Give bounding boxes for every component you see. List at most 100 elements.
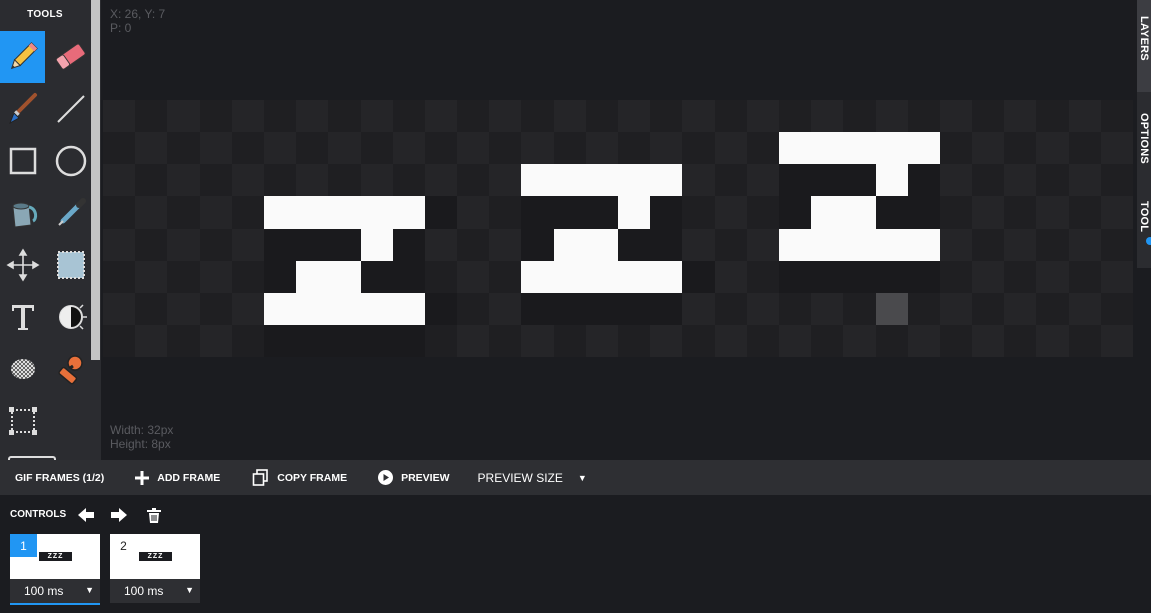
canvas-pixel[interactable] <box>424 132 458 165</box>
line-tool-button[interactable] <box>48 83 93 135</box>
canvas-pixel[interactable] <box>650 292 683 325</box>
canvas-pixel[interactable] <box>424 164 458 197</box>
canvas-pixel[interactable] <box>457 164 490 197</box>
canvas-pixel[interactable] <box>360 164 393 197</box>
canvas-pixel[interactable] <box>457 100 490 133</box>
canvas-pixel[interactable] <box>199 132 232 165</box>
canvas-pixel[interactable] <box>1068 196 1101 229</box>
canvas-pixel[interactable] <box>263 164 297 197</box>
canvas-pixel[interactable] <box>618 260 651 293</box>
canvas-pixel[interactable] <box>875 260 908 293</box>
canvas-pixel[interactable] <box>392 324 425 357</box>
canvas-pixel[interactable] <box>618 196 651 229</box>
canvas-pixel[interactable] <box>778 324 812 357</box>
canvas-pixel[interactable] <box>135 324 168 357</box>
canvas-pixel[interactable] <box>263 324 297 357</box>
canvas-pixel[interactable] <box>843 228 876 261</box>
canvas-pixel[interactable] <box>553 100 586 133</box>
canvas-pixel[interactable] <box>939 292 973 325</box>
canvas-pixel[interactable] <box>392 100 425 133</box>
canvas-pixel[interactable] <box>199 260 232 293</box>
next-frame-button[interactable] <box>109 505 129 525</box>
canvas-pixel[interactable] <box>618 228 651 261</box>
canvas-pixel[interactable] <box>167 292 200 325</box>
canvas-pixel[interactable] <box>939 164 973 197</box>
eraser-tool-button[interactable] <box>48 31 93 83</box>
canvas-pixel[interactable] <box>972 228 1005 261</box>
canvas-pixel[interactable] <box>263 292 297 325</box>
canvas-pixel[interactable] <box>1004 100 1037 133</box>
canvas-pixel[interactable] <box>714 132 747 165</box>
canvas-pixel[interactable] <box>907 132 940 165</box>
canvas-pixel[interactable] <box>811 164 844 197</box>
canvas-pixel[interactable] <box>1036 228 1069 261</box>
frame-thumbnail-1[interactable]: 1 ZZZ 100 ms ▼ <box>10 534 100 605</box>
canvas-pixel[interactable] <box>907 100 940 133</box>
canvas-pixel[interactable] <box>843 260 876 293</box>
canvas-pixel[interactable] <box>263 100 297 133</box>
canvas-pixel[interactable] <box>489 132 522 165</box>
canvas-pixel[interactable] <box>296 100 329 133</box>
canvas-pixel[interactable] <box>521 132 554 165</box>
tab-tool[interactable]: TOOL <box>1137 184 1151 268</box>
canvas-pixel[interactable] <box>746 164 779 197</box>
canvas-pixel[interactable] <box>811 292 844 325</box>
canvas-pixel[interactable] <box>585 132 618 165</box>
canvas-pixel[interactable] <box>392 132 425 165</box>
canvas-pixel[interactable] <box>875 324 908 357</box>
canvas-pixel[interactable] <box>907 292 940 325</box>
canvas-pixel[interactable] <box>1036 196 1069 229</box>
canvas-pixel[interactable] <box>231 228 264 261</box>
canvas-pixel[interactable] <box>1036 260 1069 293</box>
canvas-pixel[interactable] <box>553 228 586 261</box>
canvas-pixel[interactable] <box>778 132 812 165</box>
canvas-pixel[interactable] <box>972 196 1005 229</box>
canvas-pixel[interactable] <box>1036 292 1069 325</box>
canvas-pixel[interactable] <box>489 100 522 133</box>
canvas-pixel[interactable] <box>1036 100 1069 133</box>
canvas-pixel[interactable] <box>1004 292 1037 325</box>
canvas-pixel[interactable] <box>778 196 812 229</box>
canvas-pixel[interactable] <box>843 164 876 197</box>
canvas-pixel[interactable] <box>1100 228 1133 261</box>
canvas-pixel[interactable] <box>618 292 651 325</box>
canvas-pixel[interactable] <box>392 228 425 261</box>
canvas-pixel[interactable] <box>1004 324 1037 357</box>
canvas-pixel[interactable] <box>811 196 844 229</box>
canvas-pixel[interactable] <box>424 260 458 293</box>
tools-scrollbar[interactable] <box>90 0 101 460</box>
text-tool-button[interactable] <box>0 291 45 343</box>
canvas-pixel[interactable] <box>360 132 393 165</box>
canvas-pixel[interactable] <box>1004 164 1037 197</box>
canvas-pixel[interactable] <box>103 164 136 197</box>
canvas-pixel[interactable] <box>296 260 329 293</box>
canvas-pixel[interactable] <box>746 132 779 165</box>
canvas-pixel[interactable] <box>843 324 876 357</box>
canvas-pixel[interactable] <box>553 196 586 229</box>
canvas-pixel[interactable] <box>263 228 297 261</box>
canvas-pixel[interactable] <box>682 132 715 165</box>
canvas-pixel[interactable] <box>972 132 1005 165</box>
canvas-pixel[interactable] <box>1100 292 1133 325</box>
canvas-pixel[interactable] <box>199 196 232 229</box>
canvas-pixel[interactable] <box>843 196 876 229</box>
canvas-pixel[interactable] <box>457 228 490 261</box>
canvas-pixel[interactable] <box>521 292 554 325</box>
canvas-pixel[interactable] <box>843 100 876 133</box>
move-tool-button[interactable] <box>0 239 45 291</box>
canvas-pixel[interactable] <box>296 228 329 261</box>
canvas-pixel[interactable] <box>360 324 393 357</box>
canvas-pixel[interactable] <box>939 228 973 261</box>
eyedropper-tool-button[interactable] <box>48 187 93 239</box>
canvas-pixel[interactable] <box>231 292 264 325</box>
canvas-pixel[interactable] <box>746 196 779 229</box>
canvas-pixel[interactable] <box>585 292 618 325</box>
canvas-pixel[interactable] <box>746 324 779 357</box>
fill-tool-button[interactable] <box>0 187 45 239</box>
canvas-pixel[interactable] <box>843 292 876 325</box>
canvas-pixel[interactable] <box>875 164 908 197</box>
canvas-pixel[interactable] <box>585 164 618 197</box>
canvas-pixel[interactable] <box>1036 324 1069 357</box>
canvas-pixel[interactable] <box>1004 228 1037 261</box>
canvas-pixel[interactable] <box>199 164 232 197</box>
